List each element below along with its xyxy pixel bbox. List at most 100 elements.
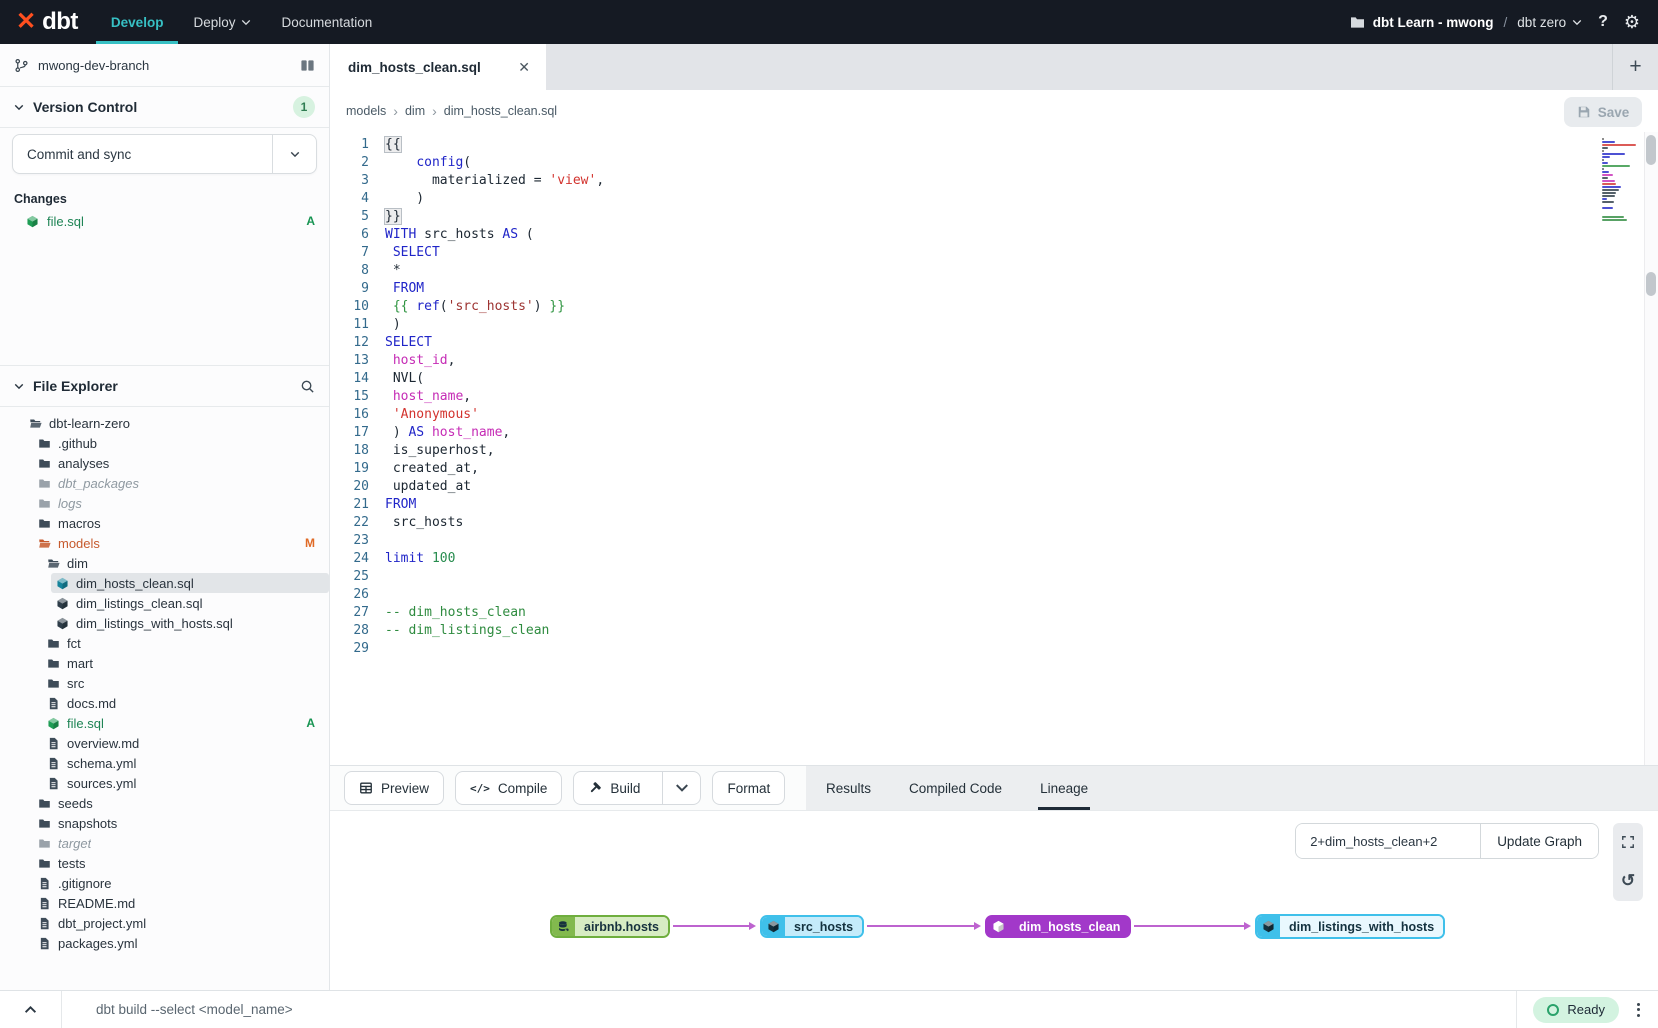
tree-item-label: file.sql (67, 716, 104, 731)
floppy-disk-icon (1577, 105, 1591, 119)
tree-item[interactable]: dbt_packages (0, 473, 329, 493)
chevron-down-icon (14, 383, 24, 390)
tree-item[interactable]: packages.yml (0, 933, 329, 953)
reset-view-icon[interactable]: ↺ (1621, 872, 1635, 889)
compile-button[interactable]: </> Compile (455, 771, 562, 805)
code-editor[interactable]: 1{{2 config(3 materialized = 'view',4 )5… (330, 132, 1658, 765)
lineage-node-src_hosts[interactable]: src_hosts (760, 915, 864, 938)
version-control-header[interactable]: Version Control 1 (0, 87, 329, 127)
tree-item[interactable]: schema.yml (0, 753, 329, 773)
tree-item-label: mart (67, 656, 93, 671)
tree-item[interactable]: .github (0, 433, 329, 453)
editor-scrollbar[interactable] (1644, 132, 1658, 765)
tree-item[interactable]: models M (0, 533, 329, 553)
tree-item-badge: A (306, 716, 315, 730)
tab-results[interactable]: Results (824, 766, 873, 810)
tree-item[interactable]: dim_listings_clean.sql (0, 593, 329, 613)
tree-item[interactable]: seeds (0, 793, 329, 813)
tree-item[interactable]: README.md (0, 893, 329, 913)
tree-item[interactable]: fct (0, 633, 329, 653)
kebab-menu-icon[interactable] (1635, 1001, 1642, 1019)
ready-dot-icon (1547, 1004, 1559, 1016)
format-button[interactable]: Format (712, 771, 785, 805)
tree-item[interactable]: target (0, 833, 329, 853)
ready-label: Ready (1567, 1002, 1605, 1017)
commit-and-sync-button[interactable]: Commit and sync (12, 134, 317, 174)
node-label: dim_listings_with_hosts (1280, 916, 1443, 937)
lineage-node-dim_hosts_clean[interactable]: dim_hosts_clean (985, 915, 1131, 938)
breadcrumb-models[interactable]: models (346, 104, 386, 118)
build-button[interactable]: Build (573, 771, 701, 805)
tab-compiled-code[interactable]: Compiled Code (907, 766, 1004, 810)
commit-options-chevron[interactable] (272, 135, 316, 173)
tree-item[interactable]: .gitignore (0, 873, 329, 893)
layout-columns-icon[interactable] (300, 58, 315, 73)
help-icon[interactable]: ? (1596, 13, 1610, 31)
lineage-tools: ↺ (1613, 823, 1643, 901)
tree-item[interactable]: macros (0, 513, 329, 533)
tree-item[interactable]: dbt_project.yml (0, 913, 329, 933)
tree-item[interactable]: logs (0, 493, 329, 513)
tab-lineage[interactable]: Lineage (1038, 766, 1090, 810)
git-branch-icon (14, 58, 29, 73)
tree-item-label: analyses (58, 456, 109, 471)
tree-item[interactable]: tests (0, 853, 329, 873)
tree-item[interactable]: overview.md (0, 733, 329, 753)
breadcrumb-file[interactable]: dim_hosts_clean.sql (444, 104, 557, 118)
save-button[interactable]: Save (1564, 97, 1642, 127)
command-input[interactable] (62, 1002, 1516, 1017)
search-icon[interactable] (300, 379, 315, 394)
tab-dim-hosts-clean[interactable]: dim_hosts_clean.sql ✕ (330, 44, 546, 90)
changed-file-row[interactable]: file.sql A (0, 210, 329, 232)
file-type-icon (46, 556, 60, 570)
nav-item-documentation[interactable]: Documentation (266, 0, 387, 44)
chevron-down-icon (1572, 19, 1582, 26)
dbt-logo[interactable]: ✕ dbt (0, 0, 96, 44)
breadcrumb-dim[interactable]: dim (405, 104, 425, 118)
lineage-node-dim_listings_with_hosts[interactable]: dim_listings_with_hosts (1255, 914, 1445, 939)
gear-icon[interactable]: ⚙ (1624, 12, 1640, 33)
tree-item[interactable]: snapshots (0, 813, 329, 833)
tree-item[interactable]: docs.md (0, 693, 329, 713)
file-tree: dbt-learn-zero .github (0, 407, 329, 990)
minimap[interactable] (1602, 138, 1638, 225)
file-type-icon (46, 636, 60, 650)
scrollbar-thumb[interactable] (1646, 135, 1656, 165)
tree-item-label: snapshots (58, 816, 117, 831)
preview-button[interactable]: Preview (344, 771, 444, 805)
file-type-icon (46, 776, 60, 790)
tree-item[interactable]: dim (0, 553, 329, 573)
file-explorer-header[interactable]: File Explorer (0, 366, 329, 406)
tree-item[interactable]: sources.yml (0, 773, 329, 793)
result-tabs: Results Compiled Code Lineage (806, 766, 1658, 810)
tree-item[interactable]: dbt-learn-zero (0, 413, 329, 433)
scrollbar-thumb[interactable] (1646, 272, 1656, 296)
close-icon[interactable]: ✕ (518, 59, 530, 76)
version-control-title: Version Control (33, 99, 137, 115)
project-selector[interactable]: dbt Learn - mwong / dbt zero (1350, 15, 1582, 30)
tree-item-label: models (58, 536, 100, 551)
build-options-chevron[interactable] (662, 772, 700, 804)
branch-selector[interactable]: mwong-dev-branch (0, 44, 329, 86)
lineage-panel: Update Graph ↺ airbnb.hosts src_hosts dim_… (330, 810, 1658, 990)
collapse-panel-button[interactable] (0, 991, 62, 1028)
tree-item[interactable]: src (0, 673, 329, 693)
update-graph-button[interactable]: Update Graph (1480, 824, 1598, 858)
tree-item[interactable]: dim_hosts_clean.sql (0, 573, 329, 593)
fullscreen-icon[interactable] (1621, 835, 1635, 849)
change-status-badge: A (306, 214, 315, 228)
lineage-node-airbnb.hosts[interactable]: airbnb.hosts (550, 915, 670, 938)
commit-button-label: Commit and sync (13, 135, 272, 173)
tree-item[interactable]: analyses (0, 453, 329, 473)
file-type-icon (46, 736, 60, 750)
file-type-icon (46, 696, 60, 710)
action-buttons: Preview </> Compile Build (330, 766, 806, 810)
changed-file-name: file.sql (47, 214, 84, 229)
new-tab-button[interactable]: + (1612, 44, 1658, 90)
tree-item[interactable]: file.sql A (0, 713, 329, 733)
tree-item[interactable]: dim_listings_with_hosts.sql (0, 613, 329, 633)
lineage-selector-input[interactable] (1296, 824, 1480, 858)
nav-item-deploy[interactable]: Deploy (178, 0, 266, 44)
tree-item[interactable]: mart (0, 653, 329, 673)
nav-item-develop[interactable]: Develop (96, 0, 179, 44)
